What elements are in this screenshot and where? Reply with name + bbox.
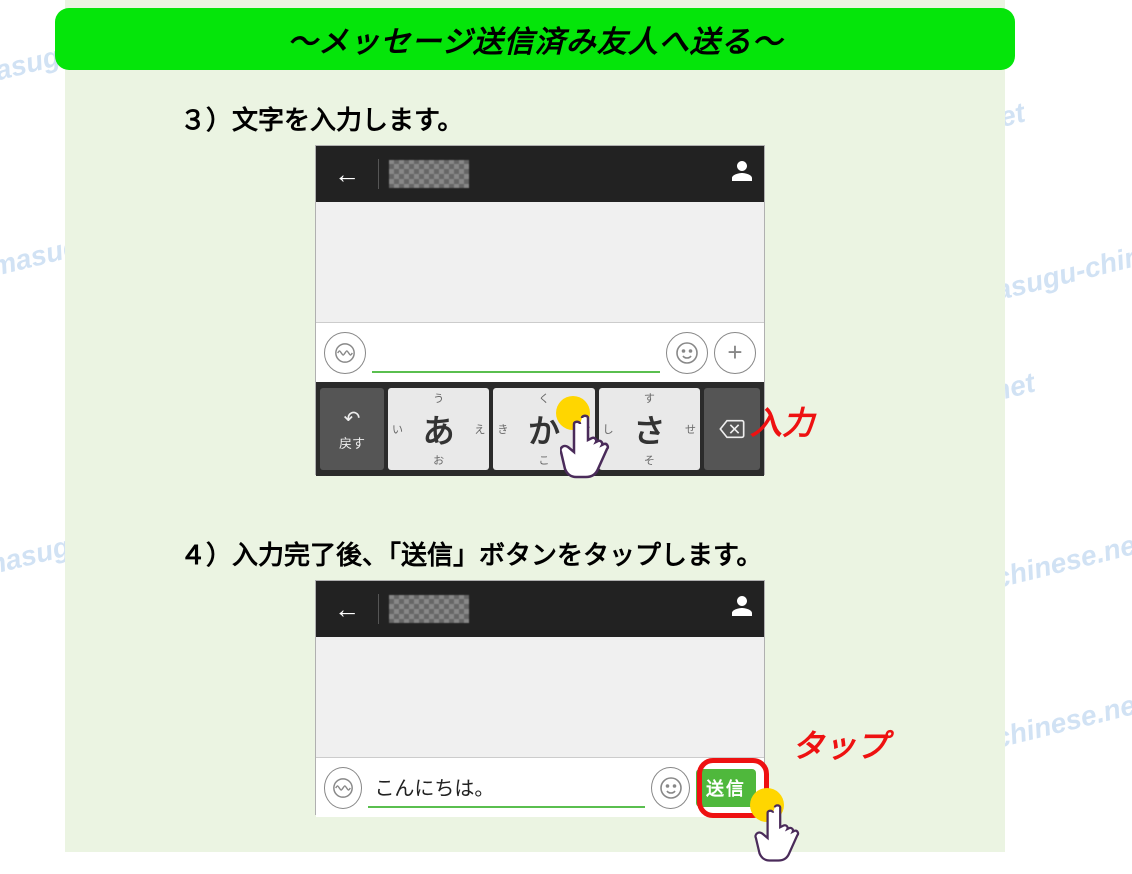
- kbd-undo-key[interactable]: ↶ 戻す: [320, 388, 384, 470]
- keyboard: ↶ 戻す う い あ え お く き か け こ す し さ せ そ: [316, 382, 764, 476]
- contact-name-blurred: [389, 595, 469, 623]
- screenshot-step3: ← + ↶ 戻す う い あ え お く き か: [315, 145, 765, 475]
- chat-header: ←: [316, 146, 764, 202]
- voice-icon[interactable]: [324, 767, 362, 809]
- contact-icon[interactable]: [730, 594, 754, 625]
- emoji-icon[interactable]: [666, 332, 708, 374]
- back-icon[interactable]: ←: [326, 594, 368, 625]
- callout-input: 入力: [750, 398, 814, 444]
- chat-body: [316, 637, 764, 757]
- message-input[interactable]: [368, 768, 645, 808]
- step-4-text: ４）入力完了後、「送信」ボタンをタップします。: [180, 535, 762, 572]
- contact-icon[interactable]: [730, 159, 754, 190]
- contact-name-blurred: [389, 160, 469, 188]
- emoji-icon[interactable]: [651, 767, 689, 809]
- undo-arrow-icon: ↶: [344, 406, 361, 431]
- message-input-row: +: [316, 322, 764, 382]
- kbd-key-a[interactable]: う い あ え お: [388, 388, 489, 470]
- chat-body: [316, 202, 764, 322]
- plus-icon[interactable]: +: [714, 332, 756, 374]
- kbd-undo-label: 戻す: [339, 433, 365, 452]
- back-icon[interactable]: ←: [326, 159, 368, 190]
- header-divider: [378, 594, 379, 624]
- step-3-text: ３）文字を入力します。: [180, 100, 463, 137]
- title-banner: ～メッセージ送信済み友人へ送る～: [55, 8, 1015, 70]
- message-input[interactable]: [372, 333, 660, 373]
- voice-icon[interactable]: [324, 332, 366, 374]
- callout-tap: タップ: [792, 721, 888, 767]
- header-divider: [378, 159, 379, 189]
- chat-header: ←: [316, 581, 764, 637]
- title-text: ～メッセージ送信済み友人へ送る～: [287, 17, 782, 61]
